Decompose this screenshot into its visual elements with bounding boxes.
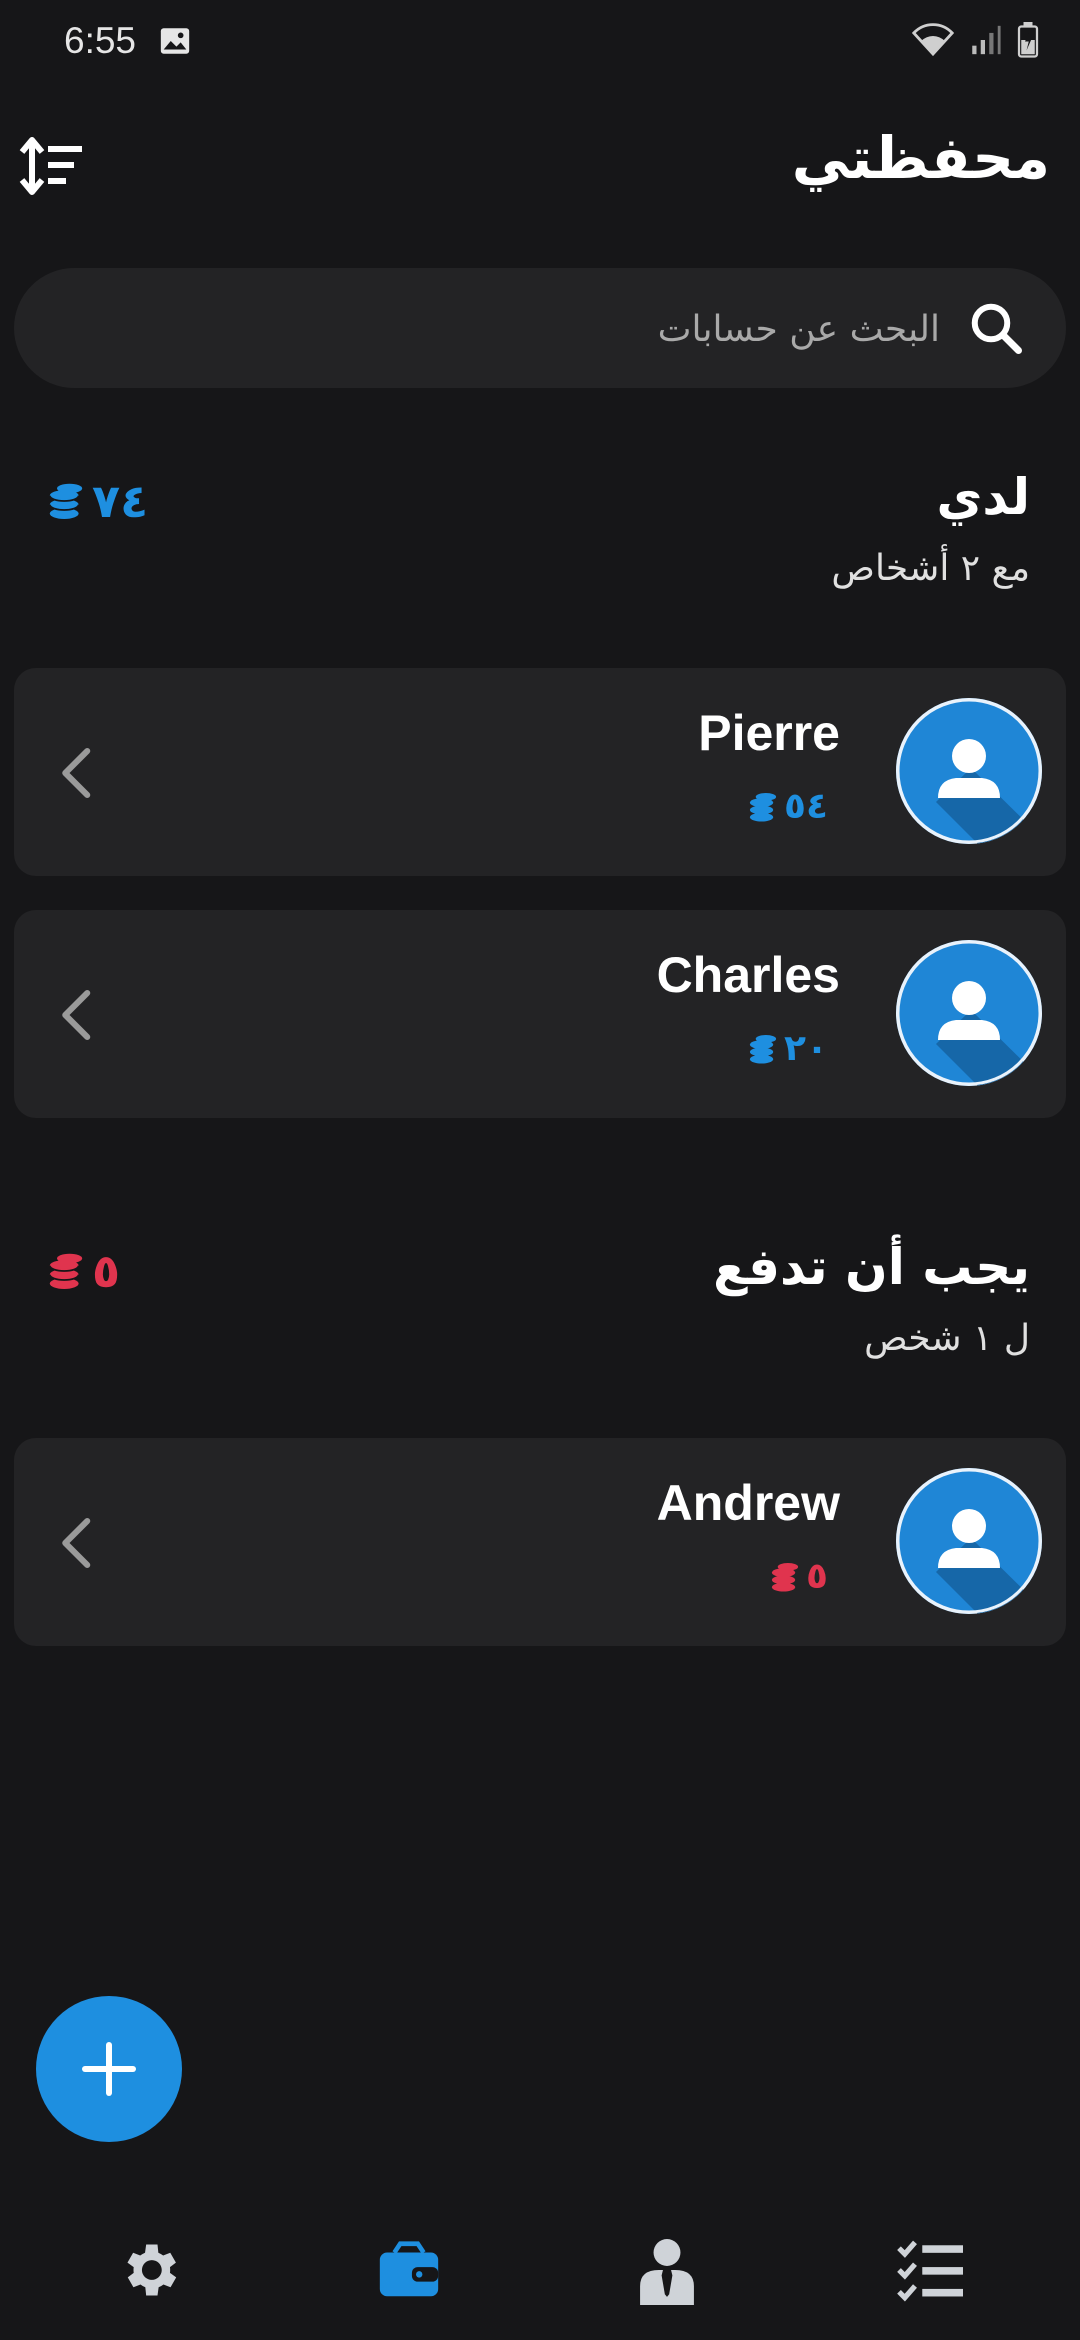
nav-people[interactable]	[622, 2232, 712, 2308]
nav-checklist[interactable]	[886, 2232, 976, 2308]
section-subtitle: مع ٢ أشخاص	[831, 548, 1030, 589]
person-avatar-icon	[896, 940, 1042, 1086]
search-input[interactable]	[118, 268, 942, 390]
sort-button[interactable]	[18, 132, 88, 202]
add-account-button[interactable]	[36, 1996, 182, 2142]
status-bar: 6:55	[0, 0, 1080, 84]
battery-icon	[1017, 22, 1039, 58]
account-amount: ٥	[770, 1556, 828, 1597]
app-header: محفظتي	[0, 120, 1080, 220]
account-card-andrew[interactable]: Andrew ٥	[14, 1438, 1066, 1646]
account-amount-value: ٢٠	[784, 1028, 828, 1069]
avatar	[896, 940, 1042, 1086]
chevron-left-icon	[62, 1517, 91, 1569]
nav-settings[interactable]	[104, 2232, 194, 2308]
section-total: ٥	[48, 1244, 120, 1298]
section-subtitle: ل ١ شخص	[864, 1318, 1030, 1359]
section-total: ٧٤	[48, 474, 148, 528]
chevron-left-icon	[62, 989, 91, 1041]
section-total-value: ٥	[92, 1244, 121, 1298]
page-title: محفظتي	[791, 124, 1050, 192]
section-title: يجب أن تدفع	[713, 1238, 1030, 1296]
account-amount: ٥٤	[748, 786, 828, 827]
coins-icon	[48, 1253, 83, 1289]
section-total-value: ٧٤	[92, 474, 149, 528]
signal-icon	[972, 25, 1001, 55]
section-owed-to-me: لدي مع ٢ أشخاص ٧٤	[0, 468, 1080, 618]
bottom-navigation	[0, 2200, 1080, 2340]
avatar	[896, 1468, 1042, 1614]
settings-icon	[127, 2244, 177, 2296]
wallet-icon	[379, 2241, 439, 2297]
wifi-icon	[912, 23, 954, 57]
chevron-left-icon	[62, 747, 91, 799]
account-name: Charles	[656, 947, 840, 1003]
account-amount: ٢٠	[748, 1028, 828, 1069]
section-i-owe: يجب أن تدفع ل ١ شخص ٥	[0, 1238, 1080, 1388]
account-card-charles[interactable]: Charles ٢٠	[14, 910, 1066, 1118]
person-avatar-icon	[896, 698, 1042, 844]
status-time: 6:55	[64, 20, 137, 61]
account-name: Pierre	[698, 705, 840, 761]
person-icon	[640, 2239, 694, 2305]
nav-wallet[interactable]	[364, 2232, 454, 2308]
account-amount-value: ٥٤	[784, 786, 828, 827]
section-title: لدي	[936, 468, 1030, 526]
account-card-pierre[interactable]: Pierre ٥٤	[14, 668, 1066, 876]
account-amount-value: ٥	[806, 1556, 828, 1597]
account-name: Andrew	[656, 1475, 840, 1531]
coins-icon	[749, 792, 777, 822]
checklist-icon	[897, 2240, 963, 2302]
image-icon	[160, 28, 190, 54]
person-avatar-icon	[896, 1468, 1042, 1614]
plus-icon-stroke	[106, 2042, 112, 2096]
coins-icon	[48, 483, 83, 519]
coins-icon	[771, 1562, 799, 1592]
avatar	[896, 698, 1042, 844]
search-bar[interactable]	[14, 268, 1066, 390]
coins-icon	[749, 1034, 777, 1064]
sort-icon	[19, 137, 82, 195]
search-icon	[971, 303, 1022, 354]
